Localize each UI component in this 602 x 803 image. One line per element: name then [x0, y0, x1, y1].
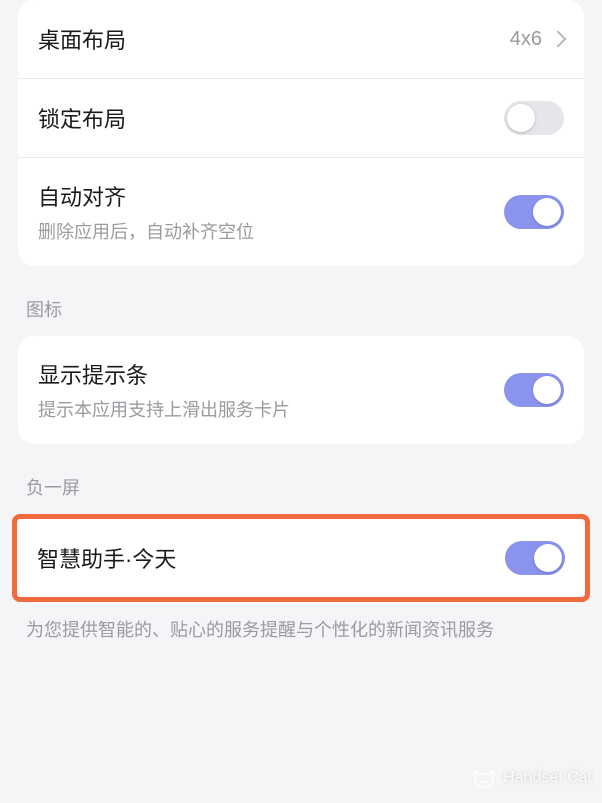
lock-layout-toggle[interactable] [504, 101, 564, 135]
auto-align-toggle[interactable] [504, 195, 564, 229]
watermark: Handset Cat [471, 765, 592, 791]
icons-section-header: 图标 [18, 266, 584, 336]
desktop-layout-label: 桌面布局 [38, 23, 510, 55]
minus-one-desc: 为您提供智能的、贴心的服务提醒与个性化的新闻资讯服务 [18, 602, 584, 645]
show-hint-bar-toggle[interactable] [504, 373, 564, 407]
show-hint-bar-row[interactable]: 显示提示条 提示本应用支持上滑出服务卡片 [18, 336, 584, 444]
highlight-box: 智慧助手·今天 [12, 514, 590, 602]
icons-settings-card: 显示提示条 提示本应用支持上滑出服务卡片 [18, 336, 584, 444]
lock-layout-label: 锁定布局 [38, 102, 504, 134]
smart-assistant-toggle[interactable] [505, 541, 565, 575]
auto-align-sub: 删除应用后，自动补齐空位 [38, 218, 504, 244]
layout-settings-card: 桌面布局 4x6 锁定布局 自动对齐 删除应用后，自动补齐空位 [18, 0, 584, 266]
minus-one-card: 智慧助手·今天 [17, 519, 585, 597]
smart-assistant-row[interactable]: 智慧助手·今天 [17, 519, 585, 597]
auto-align-label: 自动对齐 [38, 180, 504, 212]
lock-layout-row[interactable]: 锁定布局 [18, 78, 584, 157]
desktop-layout-row[interactable]: 桌面布局 4x6 [18, 0, 584, 78]
cat-icon [471, 765, 497, 791]
auto-align-row[interactable]: 自动对齐 删除应用后，自动补齐空位 [18, 157, 584, 266]
minus-one-section-header: 负一屏 [18, 444, 584, 514]
chevron-right-icon [550, 31, 567, 48]
show-hint-bar-label: 显示提示条 [38, 358, 504, 390]
desktop-layout-value: 4x6 [510, 28, 542, 51]
smart-assistant-label: 智慧助手·今天 [37, 542, 505, 574]
show-hint-bar-sub: 提示本应用支持上滑出服务卡片 [38, 396, 504, 422]
watermark-text: Handset Cat [503, 769, 592, 787]
